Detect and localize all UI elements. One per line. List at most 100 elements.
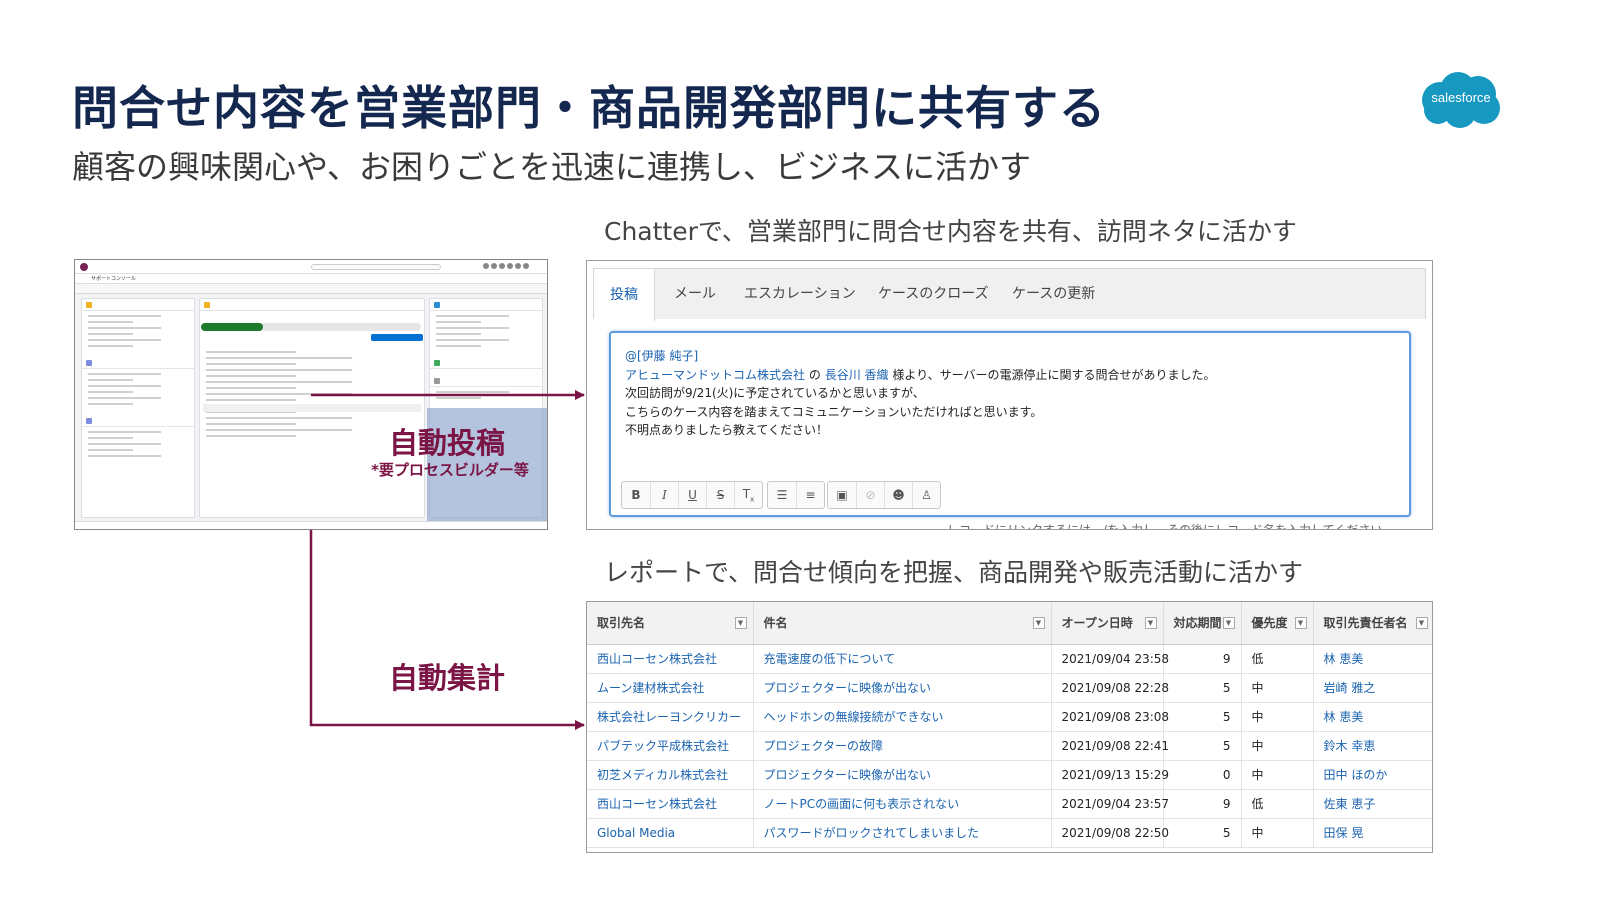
contact-name-cell[interactable]: 岩崎 雅之 — [1313, 673, 1432, 703]
duration-cell: 5 — [1163, 818, 1242, 848]
column-menu-icon[interactable]: ▼ — [734, 617, 747, 629]
case-report-table: 取引先名 ▼ 件名 ▼ オープン日時 ▼ 対応期間 ▼ 優先度 ▼ 取引先責任者名 ▼ 西山コーセン株… — [586, 601, 1433, 853]
subject-cell[interactable]: 充電速度の低下について — [753, 644, 1052, 674]
table-row: 株式会社レーヨンクリカー ヘッドホンの無線接続ができない 2021/09/08 23… — [587, 702, 1432, 732]
column-header[interactable]: オープン日時 ▼ — [1051, 602, 1164, 645]
opened-date-cell: 2021/09/08 22:41 — [1051, 731, 1169, 761]
table-row: 西山コーセン株式会社 充電速度の低下について 2021/09/04 23:58 9 低林… — [587, 644, 1432, 674]
table-row: 西山コーセン株式会社 ノートPCの画面に何も表示されない 2021/09/04 23… — [587, 789, 1432, 819]
publisher-tab-bar: 投稿 メール エスカレーション ケースのクローズ ケースの更新 — [593, 268, 1426, 321]
tab-email[interactable]: メール — [674, 283, 716, 303]
account-name-cell[interactable]: 西山コーセン株式会社 — [587, 789, 754, 819]
clear-format-icon[interactable]: Tx — [734, 482, 762, 508]
column-header-label: 対応期間 — [1173, 616, 1222, 631]
account-name-cell[interactable]: 西山コーセン株式会社 — [587, 644, 754, 674]
report-header-row: 取引先名 ▼ 件名 ▼ オープン日時 ▼ 対応期間 ▼ 優先度 ▼ 取引先責任者名 ▼ — [587, 602, 1432, 645]
opened-date-cell: 2021/09/13 15:29 — [1051, 760, 1169, 790]
column-menu-icon[interactable]: ▼ — [1032, 617, 1045, 629]
post-body: @[伊藤 純子] アヒューマンドットコム株式会社 の 長谷川 香織 様より、サー… — [625, 347, 1216, 440]
opened-date-cell: 2021/09/04 23:57 — [1051, 789, 1169, 819]
contact-name-cell[interactable]: 田保 晃 — [1313, 818, 1432, 848]
bold-icon[interactable]: B — [622, 482, 650, 508]
priority-cell: 中 — [1241, 673, 1314, 703]
duration-cell: 5 — [1163, 702, 1242, 732]
post-line-1: 様より、サーバーの電源停止に関する問合せがありました。 — [892, 367, 1216, 382]
subject-cell[interactable]: パスワードがロックされてしまいました — [753, 818, 1052, 848]
mention-link[interactable]: @[伊藤 純子] — [625, 349, 698, 363]
strikethrough-icon[interactable]: S — [706, 482, 734, 508]
italic-icon[interactable]: I — [650, 482, 678, 508]
opened-date-cell: 2021/09/08 23:08 — [1051, 702, 1169, 732]
column-header-label: 取引先名 — [597, 616, 646, 631]
format-button-group: B I U S Tx — [621, 481, 763, 509]
mention-icon[interactable]: ♙ — [912, 482, 940, 508]
column-header-label: 取引先責任者名 — [1323, 616, 1408, 631]
contact-name-cell[interactable]: 佐東 恵子 — [1313, 789, 1432, 819]
table-row: パブテック平成株式会社 プロジェクターの故障 2021/09/08 22:41 5 中鈴… — [587, 731, 1432, 761]
column-header[interactable]: 件名 ▼ — [753, 602, 1052, 645]
chatter-publisher: 投稿 メール エスカレーション ケースのクローズ ケースの更新 @[伊藤 純子]… — [586, 260, 1433, 530]
account-name-cell[interactable]: パブテック平成株式会社 — [587, 731, 754, 761]
priority-cell: 低 — [1241, 789, 1314, 819]
priority-cell: 中 — [1241, 818, 1314, 848]
account-link[interactable]: アヒューマンドットコム株式会社 — [625, 368, 805, 382]
account-name-cell[interactable]: ムーン建材株式会社 — [587, 673, 754, 703]
column-menu-icon[interactable]: ▼ — [1144, 617, 1157, 629]
opened-date-cell: 2021/09/08 22:28 — [1051, 673, 1169, 703]
tab-update-case[interactable]: ケースの更新 — [1012, 283, 1095, 303]
subject-cell[interactable]: ノートPCの画面に何も表示されない — [753, 789, 1052, 819]
post-line-2: 次回訪問が9/21(火)に予定されているかと思いますが、 — [625, 386, 925, 400]
numbered-list-icon[interactable]: ≡ — [796, 482, 824, 508]
column-menu-icon[interactable]: ▼ — [1294, 617, 1307, 629]
column-header[interactable]: 優先度 ▼ — [1241, 602, 1314, 645]
contact-name-cell[interactable]: 林 恵美 — [1313, 702, 1432, 732]
subject-cell[interactable]: プロジェクターに映像が出ない — [753, 760, 1052, 790]
image-icon[interactable]: ▣ — [828, 482, 856, 508]
contact-name-cell[interactable]: 田中 ほのか — [1313, 760, 1432, 790]
tab-close-case[interactable]: ケースのクローズ — [878, 283, 989, 303]
duration-cell: 5 — [1163, 673, 1242, 703]
subject-cell[interactable]: ヘッドホンの無線接続ができない — [753, 702, 1052, 732]
contact-name-cell[interactable]: 林 恵美 — [1313, 644, 1432, 674]
column-header[interactable]: 取引先名 ▼ — [587, 602, 754, 645]
bullet-list-icon[interactable]: ☰ — [768, 482, 796, 508]
arrow-to-report — [309, 530, 585, 730]
tab-post[interactable]: 投稿 — [594, 269, 655, 321]
contact-link[interactable]: 長谷川 香織 — [825, 368, 889, 382]
duration-cell: 0 — [1163, 760, 1242, 790]
report-body: 西山コーセン株式会社 充電速度の低下について 2021/09/04 23:58 9 低林… — [587, 644, 1432, 848]
column-header-label: オープン日時 — [1061, 616, 1133, 631]
subject-cell[interactable]: プロジェクターの故障 — [753, 731, 1052, 761]
opened-date-cell: 2021/09/04 23:58 — [1051, 644, 1169, 674]
account-name-cell[interactable]: 株式会社レーヨンクリカー — [587, 702, 754, 732]
post-line-4: 不明点ありましたら教えてください！ — [625, 423, 829, 437]
account-name-cell[interactable]: 初芝メディカル株式会社 — [587, 760, 754, 790]
tab-escalation[interactable]: エスカレーション — [744, 283, 856, 303]
priority-cell: 中 — [1241, 731, 1314, 761]
duration-cell: 5 — [1163, 731, 1242, 761]
subject-cell[interactable]: プロジェクターに映像が出ない — [753, 673, 1052, 703]
insert-button-group: ▣ ⊘ ☻ ♙ — [827, 481, 941, 509]
duration-cell: 9 — [1163, 789, 1242, 819]
table-row: Global Media パスワードがロックされてしまいました 2021/09/08… — [587, 818, 1432, 848]
table-row: 初芝メディカル株式会社 プロジェクターに映像が出ない 2021/09/13 15:2… — [587, 760, 1432, 790]
rich-text-toolbar: B I U S Tx ☰ ≡ ▣ ⊘ ☻ ♙ — [621, 481, 947, 509]
emoji-icon[interactable]: ☻ — [884, 482, 912, 508]
post-editor[interactable]: @[伊藤 純子] アヒューマンドットコム株式会社 の 長谷川 香織 様より、サー… — [609, 331, 1411, 517]
priority-cell: 中 — [1241, 760, 1314, 790]
link-icon[interactable]: ⊘ — [856, 482, 884, 508]
column-menu-icon[interactable]: ▼ — [1415, 617, 1428, 629]
underline-icon[interactable]: U — [678, 482, 706, 508]
priority-cell: 低 — [1241, 644, 1314, 674]
post-particle: の — [808, 367, 821, 382]
table-row: ムーン建材株式会社 プロジェクターに映像が出ない 2021/09/08 22:28 5… — [587, 673, 1432, 703]
column-menu-icon[interactable]: ▼ — [1222, 617, 1235, 629]
column-header[interactable]: 対応期間 ▼ — [1163, 602, 1242, 645]
column-header-label: 件名 — [763, 616, 788, 631]
contact-name-cell[interactable]: 鈴木 幸恵 — [1313, 731, 1432, 761]
duration-cell: 9 — [1163, 644, 1242, 674]
column-header-label: 優先度 — [1251, 616, 1288, 631]
column-header[interactable]: 取引先責任者名 ▼ — [1313, 602, 1432, 645]
account-name-cell[interactable]: Global Media — [587, 818, 754, 848]
publisher-hint-text: レコードにリンクするには、/を入力し、その後にレコード名を入力してください — [947, 523, 1383, 530]
